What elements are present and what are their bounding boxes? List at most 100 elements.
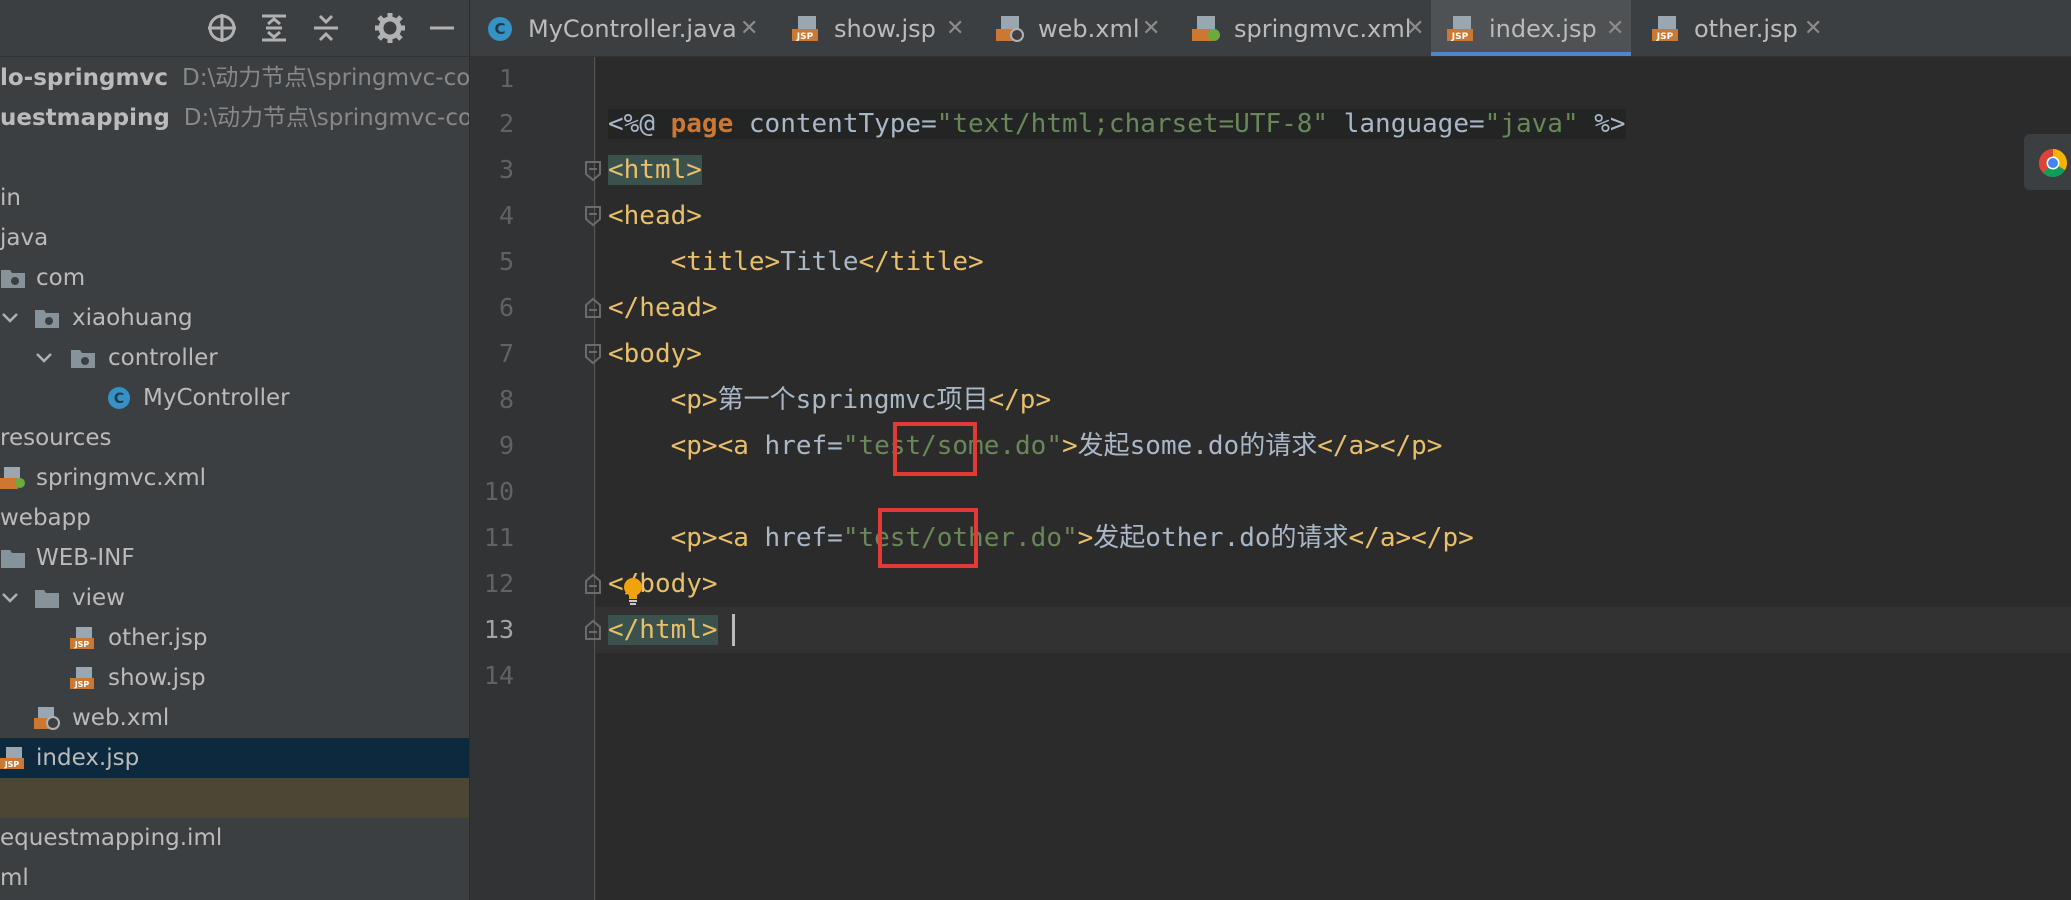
collapse-all-icon[interactable] (308, 10, 344, 46)
code-line-6[interactable]: </head> (608, 285, 718, 331)
tab-index-jsp[interactable]: JSP index.jsp ✕ (1431, 0, 1631, 56)
close-icon[interactable]: ✕ (946, 0, 964, 58)
tree-item-label: equestmapping.iml (0, 825, 223, 851)
tab-springmvc-xml[interactable]: springmvc.xml ✕ (1176, 0, 1426, 56)
tree-item-pom[interactable]: ml (0, 858, 469, 898)
line-number: 1 (498, 64, 514, 93)
code-token: language= (1328, 109, 1485, 139)
close-icon[interactable]: ✕ (1804, 0, 1822, 58)
tab-label: show.jsp (834, 15, 936, 43)
spring-xml-icon (0, 467, 25, 489)
tab-label: MyController.java (528, 15, 737, 43)
code-line-7[interactable]: <body> (608, 331, 702, 377)
tab-label: other.jsp (1694, 15, 1798, 43)
tree-item-mycontroller[interactable]: C MyController (0, 378, 469, 418)
tree-item-label: controller (108, 345, 218, 371)
tab-label: index.jsp (1489, 15, 1597, 43)
tree-item-springmvc-xml[interactable]: springmvc.xml (0, 458, 469, 498)
code-line-13[interactable]: </html> (608, 607, 718, 653)
code-token: </a></p> (1348, 523, 1474, 553)
tree-item-label: MyController (143, 385, 290, 411)
code-token: <head> (608, 201, 702, 231)
jsp-file-icon: JSP (1652, 16, 1678, 42)
code-line-9[interactable]: <p><a href="test/some.do">发起some.do的请求</… (608, 423, 1443, 469)
close-icon[interactable]: ✕ (1606, 0, 1624, 58)
jsp-file-icon: JSP (70, 627, 94, 649)
close-icon[interactable]: ✕ (1142, 0, 1160, 58)
expand-all-icon[interactable] (256, 10, 292, 46)
folder-icon (1, 270, 25, 288)
svg-text:C: C (494, 20, 505, 38)
code-token: Title (780, 247, 859, 277)
svg-text:JSP: JSP (796, 32, 814, 42)
lightbulb-icon[interactable] (622, 576, 644, 606)
tree-item-other-jsp[interactable]: JSP other.jsp (0, 618, 469, 658)
line-number: 2 (498, 109, 514, 138)
code-line-2[interactable]: <%@ page contentType="text/html;charset=… (608, 101, 1626, 147)
chevron-down-icon[interactable] (0, 308, 20, 328)
tree-item-module-requestmapping[interactable]: uestmapping D:\动力节点\springmvc-co (0, 98, 469, 138)
tree-item-web-xml[interactable]: web.xml (0, 698, 469, 738)
svg-text:JSP: JSP (1451, 32, 1469, 42)
tree-item-web-inf[interactable]: WEB-INF (0, 538, 469, 578)
tree-item-java[interactable]: java (0, 218, 469, 258)
tree-item-label: lo-springmvc (0, 65, 169, 91)
line-number: 6 (498, 293, 514, 322)
tree-item-main[interactable]: in (0, 178, 469, 218)
folder-icon (35, 590, 59, 608)
code-line-8[interactable]: <p>第一个springmvc项目</p> (608, 377, 1051, 423)
minimize-icon[interactable] (424, 10, 460, 46)
fold-open-icon[interactable] (584, 205, 602, 227)
code-editor[interactable] (596, 57, 2071, 900)
tab-mycontroller-java[interactable]: C MyController.java ✕ (470, 0, 760, 56)
code-token: </p> (988, 385, 1052, 415)
gear-icon[interactable] (372, 10, 408, 46)
code-line-11[interactable]: <p><a href="test/other.do">发起other.do的请求… (608, 515, 1474, 561)
line-number-current: 13 (483, 615, 514, 644)
fold-open-icon[interactable] (584, 160, 602, 182)
open-in-chrome-button[interactable] (2024, 134, 2071, 190)
tree-item-com[interactable]: com (0, 258, 469, 298)
tree-item-label: show.jsp (108, 665, 206, 691)
fold-open-icon[interactable] (584, 343, 602, 365)
tree-item-hovered[interactable] (0, 778, 469, 818)
tree-item-view[interactable]: view (0, 578, 469, 618)
tab-show-jsp[interactable]: JSP show.jsp ✕ (776, 0, 966, 56)
code-token: "java" (1484, 109, 1579, 139)
code-line-5[interactable]: <title>Title</title> (608, 239, 984, 285)
tree-item-label: webapp (0, 505, 91, 531)
line-number: 8 (498, 385, 514, 414)
tree-item-show-jsp[interactable]: JSP show.jsp (0, 658, 469, 698)
chevron-down-icon[interactable] (0, 588, 20, 608)
tab-web-xml[interactable]: web.xml ✕ (980, 0, 1160, 56)
jsp-file-icon: JSP (792, 16, 818, 42)
code-line-4[interactable]: <head> (608, 193, 702, 239)
tree-item-label: web.xml (72, 705, 170, 731)
fold-close-icon[interactable] (584, 619, 602, 641)
tree-item-iml[interactable]: equestmapping.iml (0, 818, 469, 858)
close-icon[interactable]: ✕ (1406, 0, 1424, 58)
tree-item-resources[interactable]: resources (0, 418, 469, 458)
tree-item-webapp[interactable]: webapp (0, 498, 469, 538)
code-token: <p> (670, 385, 718, 415)
code-token: <%@ (608, 109, 671, 139)
fold-close-icon[interactable] (584, 297, 602, 319)
code-line-3[interactable]: <html> (608, 147, 702, 193)
tree-item-path: D:\动力节点\springmvc-co (183, 105, 470, 131)
tree-item-label: other.jsp (108, 625, 208, 651)
fold-close-icon[interactable] (584, 573, 602, 595)
tree-item-index-jsp[interactable]: JSP index.jsp (0, 738, 469, 778)
target-icon[interactable] (204, 10, 240, 46)
code-token: 发起some.do的请求 (1077, 431, 1318, 461)
tree-item-xiaohuang[interactable]: xiaohuang (0, 298, 469, 338)
tree-item-controller[interactable]: controller (0, 338, 469, 378)
project-toolbar (0, 0, 469, 57)
line-number: 9 (498, 431, 514, 460)
tree-item-module-springmvc[interactable]: lo-springmvc D:\动力节点\springmvc-cou (0, 58, 469, 98)
tab-other-jsp[interactable]: JSP other.jsp ✕ (1636, 0, 1826, 56)
tree-item-label: uestmapping (0, 105, 170, 131)
close-icon[interactable]: ✕ (740, 0, 758, 58)
tree-item-label: ml (0, 865, 29, 891)
chevron-down-icon[interactable] (34, 348, 54, 368)
